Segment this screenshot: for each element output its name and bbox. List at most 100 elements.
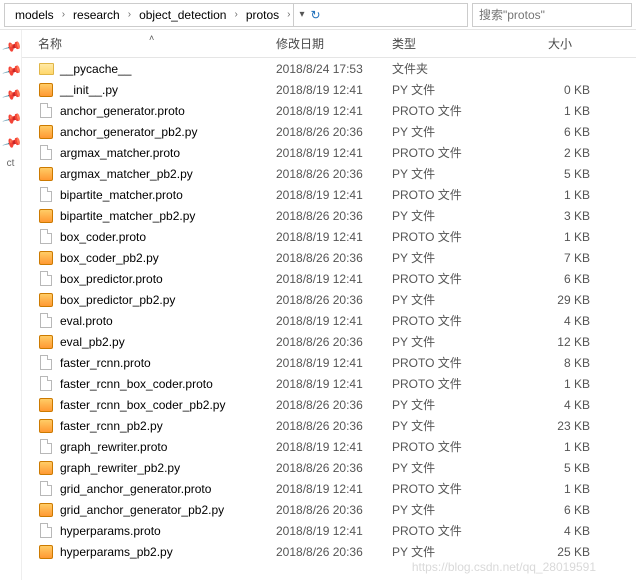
file-size: 1 KB (510, 104, 610, 118)
breadcrumb[interactable]: models›research›object_detection›protos›… (4, 3, 468, 27)
file-date: 2018/8/19 12:41 (276, 230, 392, 244)
column-headers: 名称˄ 修改日期 类型 大小 (22, 30, 636, 58)
file-row[interactable]: faster_rcnn_box_coder.proto2018/8/19 12:… (22, 373, 636, 394)
breadcrumb-item[interactable]: protos (240, 6, 285, 24)
file-row[interactable]: hyperparams_pb2.py2018/8/26 20:36PY 文件25… (22, 541, 636, 562)
file-row[interactable]: eval_pb2.py2018/8/26 20:36PY 文件12 KB (22, 331, 636, 352)
file-icon (38, 145, 54, 161)
file-date: 2018/8/26 20:36 (276, 503, 392, 517)
file-row[interactable]: anchor_generator_pb2.py2018/8/26 20:36PY… (22, 121, 636, 142)
file-type: PROTO 文件 (392, 228, 510, 245)
file-row[interactable]: __init__.py2018/8/19 12:41PY 文件0 KB (22, 79, 636, 100)
file-size: 25 KB (510, 545, 610, 559)
file-row[interactable]: bipartite_matcher.proto2018/8/19 12:41PR… (22, 184, 636, 205)
file-name: bipartite_matcher.proto (60, 188, 183, 202)
column-type[interactable]: 类型 (392, 35, 510, 52)
file-date: 2018/8/19 12:41 (276, 482, 392, 496)
file-name: argmax_matcher_pb2.py (60, 167, 193, 181)
python-file-icon (38, 208, 54, 224)
file-type: PY 文件 (392, 291, 510, 308)
file-date: 2018/8/26 20:36 (276, 545, 392, 559)
chevron-right-icon: › (232, 9, 239, 20)
file-row[interactable]: anchor_generator.proto2018/8/19 12:41PRO… (22, 100, 636, 121)
file-date: 2018/8/19 12:41 (276, 104, 392, 118)
file-icon (38, 439, 54, 455)
file-name: argmax_matcher.proto (60, 146, 180, 160)
file-row[interactable]: bipartite_matcher_pb2.py2018/8/26 20:36P… (22, 205, 636, 226)
python-file-icon (38, 544, 54, 560)
file-row[interactable]: grid_anchor_generator.proto2018/8/19 12:… (22, 478, 636, 499)
pin-icon: 📌 (4, 60, 18, 74)
file-size: 5 KB (510, 461, 610, 475)
file-name: box_coder.proto (60, 230, 146, 244)
file-type: PY 文件 (392, 543, 510, 560)
file-icon (38, 355, 54, 371)
file-date: 2018/8/26 20:36 (276, 209, 392, 223)
file-row[interactable]: graph_rewriter.proto2018/8/19 12:41PROTO… (22, 436, 636, 457)
column-name[interactable]: 名称˄ (22, 35, 276, 52)
file-size: 6 KB (510, 503, 610, 517)
file-date: 2018/8/19 12:41 (276, 272, 392, 286)
file-type: PROTO 文件 (392, 480, 510, 497)
column-date[interactable]: 修改日期 (276, 35, 392, 52)
file-date: 2018/8/24 17:53 (276, 62, 392, 76)
file-name: box_coder_pb2.py (60, 251, 159, 265)
file-size: 1 KB (510, 377, 610, 391)
file-date: 2018/8/19 12:41 (276, 440, 392, 454)
file-row[interactable]: grid_anchor_generator_pb2.py2018/8/26 20… (22, 499, 636, 520)
file-size: 6 KB (510, 272, 610, 286)
file-row[interactable]: argmax_matcher.proto2018/8/19 12:41PROTO… (22, 142, 636, 163)
file-row[interactable]: box_predictor.proto2018/8/19 12:41PROTO … (22, 268, 636, 289)
file-name: anchor_generator_pb2.py (60, 125, 197, 139)
file-row[interactable]: eval.proto2018/8/19 12:41PROTO 文件4 KB (22, 310, 636, 331)
file-size: 0 KB (510, 83, 610, 97)
file-size: 7 KB (510, 251, 610, 265)
file-list-area: 名称˄ 修改日期 类型 大小 __pycache__ 2018/8/24 17:5… (22, 30, 636, 580)
file-type: PROTO 文件 (392, 438, 510, 455)
refresh-icon[interactable]: ↻ (311, 8, 321, 22)
file-size: 29 KB (510, 293, 610, 307)
file-row[interactable]: hyperparams.proto2018/8/19 12:41PROTO 文件… (22, 520, 636, 541)
file-row[interactable]: faster_rcnn_pb2.py2018/8/26 20:36PY 文件23… (22, 415, 636, 436)
file-size: 12 KB (510, 335, 610, 349)
search-input[interactable] (479, 8, 625, 22)
file-row[interactable]: faster_rcnn_box_coder_pb2.py2018/8/26 20… (22, 394, 636, 415)
file-size: 1 KB (510, 482, 610, 496)
file-row[interactable]: faster_rcnn.proto2018/8/19 12:41PROTO 文件… (22, 352, 636, 373)
file-type: PY 文件 (392, 459, 510, 476)
file-date: 2018/8/19 12:41 (276, 356, 392, 370)
file-size: 1 KB (510, 188, 610, 202)
file-row[interactable]: box_predictor_pb2.py2018/8/26 20:36PY 文件… (22, 289, 636, 310)
file-name: box_predictor.proto (60, 272, 163, 286)
breadcrumb-item[interactable]: object_detection (133, 6, 232, 24)
file-date: 2018/8/19 12:41 (276, 314, 392, 328)
file-row[interactable]: graph_rewriter_pb2.py2018/8/26 20:36PY 文… (22, 457, 636, 478)
python-file-icon (38, 418, 54, 434)
breadcrumb-item[interactable]: research (67, 6, 126, 24)
file-type: 文件夹 (392, 60, 510, 77)
file-row[interactable]: argmax_matcher_pb2.py2018/8/26 20:36PY 文… (22, 163, 636, 184)
file-name: __pycache__ (60, 62, 131, 76)
refresh-area[interactable]: ▾↻ (293, 4, 327, 26)
chevron-right-icon: › (60, 9, 67, 20)
file-type: PY 文件 (392, 81, 510, 98)
python-file-icon (38, 166, 54, 182)
file-name: faster_rcnn_box_coder.proto (60, 377, 213, 391)
column-size[interactable]: 大小 (510, 35, 610, 52)
file-name: faster_rcnn_pb2.py (60, 419, 163, 433)
file-icon (38, 229, 54, 245)
file-date: 2018/8/26 20:36 (276, 419, 392, 433)
file-type: PY 文件 (392, 396, 510, 413)
file-icon (38, 271, 54, 287)
file-date: 2018/8/19 12:41 (276, 524, 392, 538)
breadcrumb-item[interactable]: models (9, 6, 60, 24)
file-icon (38, 313, 54, 329)
file-date: 2018/8/26 20:36 (276, 335, 392, 349)
python-file-icon (38, 460, 54, 476)
dropdown-icon[interactable]: ▾ (300, 9, 305, 20)
file-row[interactable]: box_coder.proto2018/8/19 12:41PROTO 文件1 … (22, 226, 636, 247)
file-size: 2 KB (510, 146, 610, 160)
search-box[interactable] (472, 3, 632, 27)
file-row[interactable]: __pycache__ 2018/8/24 17:53文件夹 (22, 58, 636, 79)
file-row[interactable]: box_coder_pb2.py2018/8/26 20:36PY 文件7 KB (22, 247, 636, 268)
